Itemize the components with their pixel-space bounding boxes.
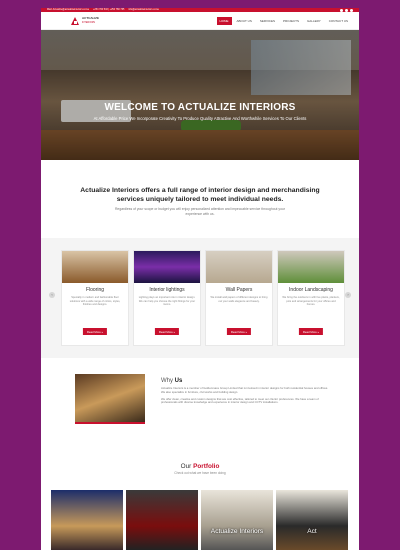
brand-tagline: INTERIORS bbox=[82, 20, 96, 24]
portfolio-title: Our Portfolio bbox=[180, 463, 220, 470]
read-more-button[interactable]: Read More » bbox=[226, 328, 252, 335]
service-card-wallpapers: Wall Papers We install wall papers of di… bbox=[205, 250, 273, 346]
linkedin-icon[interactable] bbox=[350, 8, 353, 12]
service-desc: We install wall papers of different desi… bbox=[210, 296, 268, 303]
page: Mail: Actualize@actualizeinteriors.co.ke… bbox=[41, 8, 359, 550]
portfolio-section: Our Portfolio Check out what we have bee… bbox=[41, 463, 359, 550]
twitter-icon[interactable] bbox=[345, 8, 348, 12]
carousel-prev-icon[interactable]: ‹ bbox=[49, 292, 55, 298]
nav-item-about[interactable]: About Us bbox=[234, 17, 255, 25]
read-more-button[interactable]: Read More » bbox=[82, 328, 108, 335]
topbar-website[interactable]: info@actualizeinteriors.co.ke bbox=[128, 8, 159, 12]
service-desc: Lighting plays an important role in inte… bbox=[138, 296, 196, 307]
hero-title: WELCOME TO ACTUALIZE INTERIORS bbox=[104, 102, 296, 113]
portfolio-caption: Actualize Interiors bbox=[210, 528, 264, 535]
portfolio-subtitle: Check out what we have been doing bbox=[174, 471, 226, 475]
nav-item-projects[interactable]: Projects bbox=[280, 17, 302, 25]
why-us-para: We offer clean, creative and custom desi… bbox=[161, 396, 319, 405]
nav-item-contact[interactable]: Contact Us bbox=[326, 17, 351, 25]
service-image-flooring bbox=[62, 251, 128, 283]
main-nav: ACTUALIZE INTERIORS Home About Us Servic… bbox=[41, 12, 359, 30]
nav-item-services[interactable]: Services bbox=[257, 17, 278, 25]
why-us-image bbox=[75, 374, 145, 424]
why-us-section: Why Us Actualize Interiors is a member o… bbox=[41, 368, 359, 438]
service-image-landscaping bbox=[278, 251, 344, 283]
intro-body: Regardless of your scope or budget you w… bbox=[114, 207, 285, 216]
service-image-wallpapers bbox=[206, 251, 272, 283]
hero-banner: WELCOME TO ACTUALIZE INTERIORS At Afford… bbox=[41, 30, 359, 160]
logo-icon bbox=[71, 16, 80, 25]
brand-logo[interactable]: ACTUALIZE INTERIORS bbox=[71, 16, 99, 25]
service-card-lightings: Interior lightings Lighting plays an imp… bbox=[133, 250, 201, 346]
service-title: Flooring bbox=[85, 287, 105, 293]
services-carousel: ‹ › Flooring Specialty in modern and fas… bbox=[41, 238, 359, 358]
portfolio-caption: Act bbox=[307, 528, 317, 535]
why-us-para: Actualize Interiors is a member of Golde… bbox=[161, 386, 329, 394]
nav-item-gallery[interactable]: Gallery bbox=[304, 17, 324, 25]
topbar-email[interactable]: Mail: Actualize@actualizeinteriors.co.ke bbox=[47, 8, 89, 12]
read-more-button[interactable]: Read More » bbox=[298, 328, 324, 335]
carousel-next-icon[interactable]: › bbox=[345, 292, 351, 298]
hero-subtitle: At Affordable Price We Incorporate Creat… bbox=[93, 116, 307, 121]
portfolio-item[interactable]: Act bbox=[276, 490, 348, 550]
portfolio-item[interactable] bbox=[51, 490, 123, 550]
service-card-flooring: Flooring Specialty in modern and fashion… bbox=[61, 250, 129, 346]
portfolio-item[interactable] bbox=[126, 490, 198, 550]
service-desc: We bring the outdoors in with live plant… bbox=[282, 296, 340, 307]
service-title: Interior lightings bbox=[149, 287, 185, 293]
service-image-lightings bbox=[134, 251, 200, 283]
service-desc: Specialty in modern and fashionable floo… bbox=[69, 296, 121, 307]
nav-item-home[interactable]: Home bbox=[216, 16, 232, 25]
topbar-phone: +254 700 543 | +254 780 765 bbox=[93, 8, 125, 11]
read-more-button[interactable]: Read More » bbox=[154, 328, 180, 335]
intro-section: Actualize Interiors offers a full range … bbox=[41, 160, 359, 216]
hero-overlay bbox=[41, 30, 359, 160]
why-us-title: Why Us bbox=[161, 378, 183, 384]
portfolio-item[interactable]: Actualize Interiors bbox=[201, 490, 273, 550]
service-title: Wall Papers bbox=[225, 287, 253, 293]
service-card-landscaping: Indoor Landscaping We bring the outdoors… bbox=[277, 250, 345, 346]
service-title: Indoor Landscaping bbox=[289, 287, 333, 293]
intro-headline: Actualize Interiors offers a full range … bbox=[80, 187, 320, 203]
facebook-icon[interactable] bbox=[340, 8, 343, 12]
